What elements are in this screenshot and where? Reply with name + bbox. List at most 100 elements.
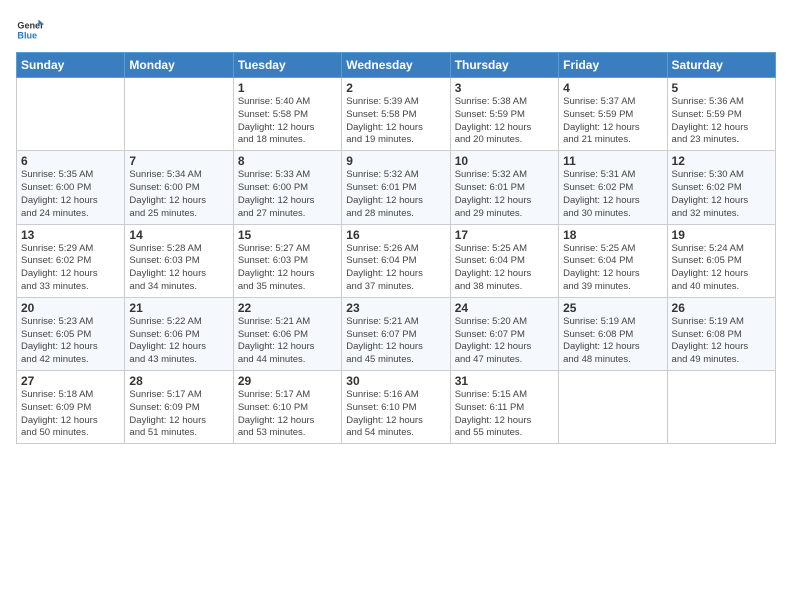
day-number: 18 <box>563 228 662 242</box>
day-info: Sunrise: 5:20 AM Sunset: 6:07 PM Dayligh… <box>455 316 554 367</box>
calendar-cell: 25Sunrise: 5:19 AM Sunset: 6:08 PM Dayli… <box>559 297 667 370</box>
day-number: 20 <box>21 301 120 315</box>
day-number: 2 <box>346 81 445 95</box>
day-info: Sunrise: 5:24 AM Sunset: 6:05 PM Dayligh… <box>672 243 771 294</box>
week-row-4: 20Sunrise: 5:23 AM Sunset: 6:05 PM Dayli… <box>17 297 776 370</box>
day-info: Sunrise: 5:19 AM Sunset: 6:08 PM Dayligh… <box>563 316 662 367</box>
calendar-cell: 15Sunrise: 5:27 AM Sunset: 6:03 PM Dayli… <box>233 224 341 297</box>
day-info: Sunrise: 5:25 AM Sunset: 6:04 PM Dayligh… <box>563 243 662 294</box>
day-number: 15 <box>238 228 337 242</box>
day-info: Sunrise: 5:37 AM Sunset: 5:59 PM Dayligh… <box>563 96 662 147</box>
day-number: 24 <box>455 301 554 315</box>
day-info: Sunrise: 5:18 AM Sunset: 6:09 PM Dayligh… <box>21 389 120 440</box>
calendar-cell: 22Sunrise: 5:21 AM Sunset: 6:06 PM Dayli… <box>233 297 341 370</box>
day-number: 8 <box>238 154 337 168</box>
day-number: 5 <box>672 81 771 95</box>
day-info: Sunrise: 5:32 AM Sunset: 6:01 PM Dayligh… <box>455 169 554 220</box>
day-info: Sunrise: 5:36 AM Sunset: 5:59 PM Dayligh… <box>672 96 771 147</box>
day-number: 26 <box>672 301 771 315</box>
calendar-cell: 26Sunrise: 5:19 AM Sunset: 6:08 PM Dayli… <box>667 297 775 370</box>
day-number: 23 <box>346 301 445 315</box>
calendar-cell: 14Sunrise: 5:28 AM Sunset: 6:03 PM Dayli… <box>125 224 233 297</box>
day-info: Sunrise: 5:31 AM Sunset: 6:02 PM Dayligh… <box>563 169 662 220</box>
calendar-cell: 19Sunrise: 5:24 AM Sunset: 6:05 PM Dayli… <box>667 224 775 297</box>
calendar-cell: 7Sunrise: 5:34 AM Sunset: 6:00 PM Daylig… <box>125 151 233 224</box>
day-info: Sunrise: 5:32 AM Sunset: 6:01 PM Dayligh… <box>346 169 445 220</box>
week-row-1: 1Sunrise: 5:40 AM Sunset: 5:58 PM Daylig… <box>17 78 776 151</box>
day-info: Sunrise: 5:17 AM Sunset: 6:10 PM Dayligh… <box>238 389 337 440</box>
day-header-monday: Monday <box>125 53 233 78</box>
calendar: SundayMondayTuesdayWednesdayThursdayFrid… <box>16 52 776 444</box>
day-number: 22 <box>238 301 337 315</box>
day-info: Sunrise: 5:16 AM Sunset: 6:10 PM Dayligh… <box>346 389 445 440</box>
day-number: 1 <box>238 81 337 95</box>
calendar-cell <box>17 78 125 151</box>
calendar-cell: 11Sunrise: 5:31 AM Sunset: 6:02 PM Dayli… <box>559 151 667 224</box>
day-info: Sunrise: 5:19 AM Sunset: 6:08 PM Dayligh… <box>672 316 771 367</box>
calendar-cell <box>125 78 233 151</box>
calendar-cell: 2Sunrise: 5:39 AM Sunset: 5:58 PM Daylig… <box>342 78 450 151</box>
calendar-cell: 3Sunrise: 5:38 AM Sunset: 5:59 PM Daylig… <box>450 78 558 151</box>
week-row-3: 13Sunrise: 5:29 AM Sunset: 6:02 PM Dayli… <box>17 224 776 297</box>
calendar-cell: 1Sunrise: 5:40 AM Sunset: 5:58 PM Daylig… <box>233 78 341 151</box>
day-number: 7 <box>129 154 228 168</box>
day-number: 28 <box>129 374 228 388</box>
day-info: Sunrise: 5:26 AM Sunset: 6:04 PM Dayligh… <box>346 243 445 294</box>
day-header-wednesday: Wednesday <box>342 53 450 78</box>
calendar-cell: 9Sunrise: 5:32 AM Sunset: 6:01 PM Daylig… <box>342 151 450 224</box>
day-info: Sunrise: 5:17 AM Sunset: 6:09 PM Dayligh… <box>129 389 228 440</box>
day-info: Sunrise: 5:35 AM Sunset: 6:00 PM Dayligh… <box>21 169 120 220</box>
calendar-cell <box>559 371 667 444</box>
day-number: 3 <box>455 81 554 95</box>
day-info: Sunrise: 5:33 AM Sunset: 6:00 PM Dayligh… <box>238 169 337 220</box>
week-row-5: 27Sunrise: 5:18 AM Sunset: 6:09 PM Dayli… <box>17 371 776 444</box>
day-number: 11 <box>563 154 662 168</box>
svg-text:Blue: Blue <box>17 30 37 40</box>
day-info: Sunrise: 5:22 AM Sunset: 6:06 PM Dayligh… <box>129 316 228 367</box>
day-header-thursday: Thursday <box>450 53 558 78</box>
logo-icon: General Blue <box>16 16 44 44</box>
calendar-cell: 28Sunrise: 5:17 AM Sunset: 6:09 PM Dayli… <box>125 371 233 444</box>
day-info: Sunrise: 5:40 AM Sunset: 5:58 PM Dayligh… <box>238 96 337 147</box>
calendar-cell: 21Sunrise: 5:22 AM Sunset: 6:06 PM Dayli… <box>125 297 233 370</box>
day-number: 17 <box>455 228 554 242</box>
calendar-cell: 27Sunrise: 5:18 AM Sunset: 6:09 PM Dayli… <box>17 371 125 444</box>
day-number: 19 <box>672 228 771 242</box>
logo: General Blue <box>16 16 44 44</box>
day-info: Sunrise: 5:21 AM Sunset: 6:06 PM Dayligh… <box>238 316 337 367</box>
calendar-cell <box>667 371 775 444</box>
calendar-cell: 23Sunrise: 5:21 AM Sunset: 6:07 PM Dayli… <box>342 297 450 370</box>
page-header: General Blue <box>16 16 776 44</box>
day-number: 30 <box>346 374 445 388</box>
day-number: 4 <box>563 81 662 95</box>
calendar-header-row: SundayMondayTuesdayWednesdayThursdayFrid… <box>17 53 776 78</box>
week-row-2: 6Sunrise: 5:35 AM Sunset: 6:00 PM Daylig… <box>17 151 776 224</box>
calendar-cell: 18Sunrise: 5:25 AM Sunset: 6:04 PM Dayli… <box>559 224 667 297</box>
day-number: 31 <box>455 374 554 388</box>
day-info: Sunrise: 5:30 AM Sunset: 6:02 PM Dayligh… <box>672 169 771 220</box>
day-number: 25 <box>563 301 662 315</box>
day-info: Sunrise: 5:34 AM Sunset: 6:00 PM Dayligh… <box>129 169 228 220</box>
day-number: 21 <box>129 301 228 315</box>
day-header-sunday: Sunday <box>17 53 125 78</box>
day-number: 14 <box>129 228 228 242</box>
day-number: 27 <box>21 374 120 388</box>
day-info: Sunrise: 5:23 AM Sunset: 6:05 PM Dayligh… <box>21 316 120 367</box>
day-number: 6 <box>21 154 120 168</box>
calendar-cell: 5Sunrise: 5:36 AM Sunset: 5:59 PM Daylig… <box>667 78 775 151</box>
day-info: Sunrise: 5:29 AM Sunset: 6:02 PM Dayligh… <box>21 243 120 294</box>
calendar-cell: 12Sunrise: 5:30 AM Sunset: 6:02 PM Dayli… <box>667 151 775 224</box>
day-info: Sunrise: 5:21 AM Sunset: 6:07 PM Dayligh… <box>346 316 445 367</box>
day-number: 12 <box>672 154 771 168</box>
calendar-cell: 13Sunrise: 5:29 AM Sunset: 6:02 PM Dayli… <box>17 224 125 297</box>
calendar-cell: 20Sunrise: 5:23 AM Sunset: 6:05 PM Dayli… <box>17 297 125 370</box>
calendar-cell: 31Sunrise: 5:15 AM Sunset: 6:11 PM Dayli… <box>450 371 558 444</box>
calendar-cell: 10Sunrise: 5:32 AM Sunset: 6:01 PM Dayli… <box>450 151 558 224</box>
day-number: 16 <box>346 228 445 242</box>
day-number: 10 <box>455 154 554 168</box>
day-number: 13 <box>21 228 120 242</box>
calendar-cell: 8Sunrise: 5:33 AM Sunset: 6:00 PM Daylig… <box>233 151 341 224</box>
calendar-cell: 24Sunrise: 5:20 AM Sunset: 6:07 PM Dayli… <box>450 297 558 370</box>
day-number: 29 <box>238 374 337 388</box>
day-info: Sunrise: 5:15 AM Sunset: 6:11 PM Dayligh… <box>455 389 554 440</box>
